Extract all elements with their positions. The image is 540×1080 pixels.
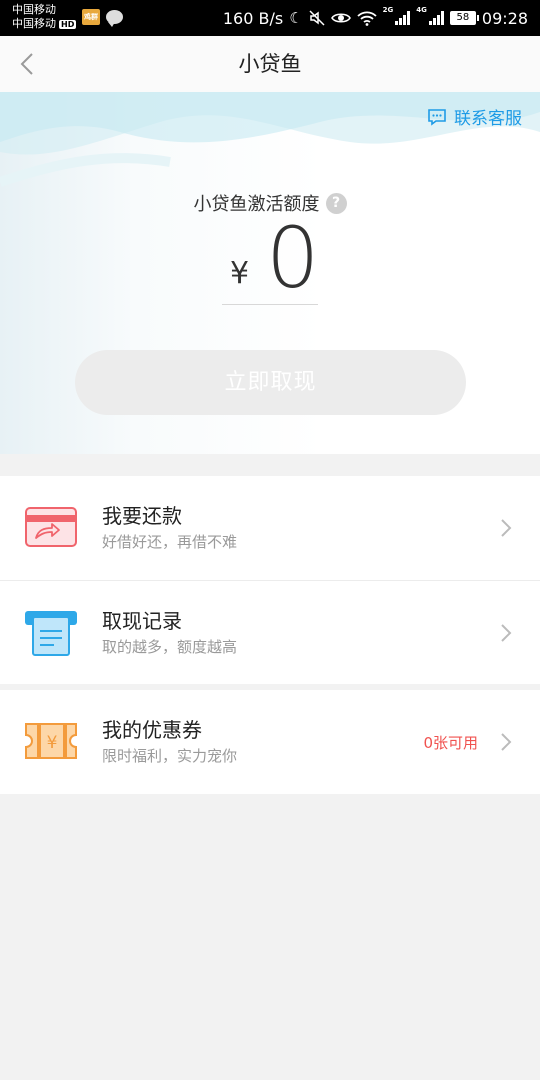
currency-symbol: ¥: [230, 256, 250, 291]
help-icon[interactable]: ?: [325, 192, 347, 214]
status-indicators: 160 B/s ☾ 2G 4G 58 09:28: [223, 0, 528, 36]
coupon-count-badge: 0张可用: [423, 734, 478, 752]
carrier-info: 中国移动 中国移动 HD: [12, 3, 77, 31]
menu-group-primary: 我要还款 好借好还，再借不难 取现记录 取的越多，额度越高: [0, 476, 540, 684]
hd-badge: HD: [59, 19, 77, 29]
menu-group-secondary: ¥ 我的优惠券 限时福利，实力宠你 0张可用: [0, 690, 540, 794]
moon-icon: ☾: [289, 9, 303, 27]
receipt-icon: [25, 611, 77, 656]
menu-item-repay[interactable]: 我要还款 好借好还，再借不难: [0, 476, 540, 580]
signal-icon: [395, 11, 411, 25]
withdraw-button[interactable]: 立即取现: [75, 350, 466, 415]
wifi-icon: [357, 11, 377, 26]
menu-item-title: 我要还款: [102, 504, 182, 528]
net-speed: 160 B/s: [222, 8, 284, 28]
eye-icon: [330, 13, 351, 23]
network-2g-label: 2G: [382, 6, 394, 14]
chevron-right-icon: [501, 519, 512, 537]
amount-value: 0: [266, 209, 320, 307]
menu-item-subtitle: 取的越多，额度越高: [102, 638, 238, 656]
nav-bar: 小贷鱼: [0, 36, 540, 92]
page-title: 小贷鱼: [238, 52, 302, 76]
coupon-icon: ¥: [25, 723, 77, 759]
menu-item-coupons[interactable]: ¥ 我的优惠券 限时福利，实力宠你 0张可用: [0, 690, 540, 794]
menu-item-title: 取现记录: [102, 609, 182, 633]
chevron-right-icon: [501, 733, 512, 751]
status-bar: 中国移动 中国移动 HD 鸡群 160 B/s ☾ 2G 4G 58 09:28: [0, 0, 540, 36]
chat-notification-icon: [106, 10, 123, 27]
amount-divider: [222, 304, 318, 305]
quota-hero: 联系客服 小贷鱼激活额度 ? ¥ 0 立即取现: [0, 92, 540, 454]
menu-item-records[interactable]: 取现记录 取的越多，额度越高: [0, 580, 540, 684]
card-icon: [25, 507, 77, 547]
clock: 09:28: [481, 8, 528, 28]
coupon-symbol: ¥: [47, 733, 58, 753]
menu-item-subtitle: 好借好还，再借不难: [102, 533, 238, 551]
contact-support-link[interactable]: 联系客服: [427, 104, 522, 129]
menu-item-subtitle: 限时福利，实力宠你: [102, 747, 238, 765]
contact-support-label: 联系客服: [454, 109, 522, 129]
battery-icon: 58: [449, 11, 479, 25]
carrier-1: 中国移动: [12, 3, 56, 16]
signal-icon-2: [428, 11, 444, 25]
mute-icon: [309, 10, 325, 26]
network-4g-label: 4G: [416, 6, 427, 14]
app-notification-icon: 鸡群: [82, 9, 100, 25]
chevron-right-icon: [501, 624, 512, 642]
chat-support-icon: [428, 108, 446, 126]
quota-amount: ¥ 0: [222, 209, 320, 307]
carrier-2: 中国移动: [12, 17, 56, 30]
menu-item-title: 我的优惠券: [102, 718, 202, 742]
